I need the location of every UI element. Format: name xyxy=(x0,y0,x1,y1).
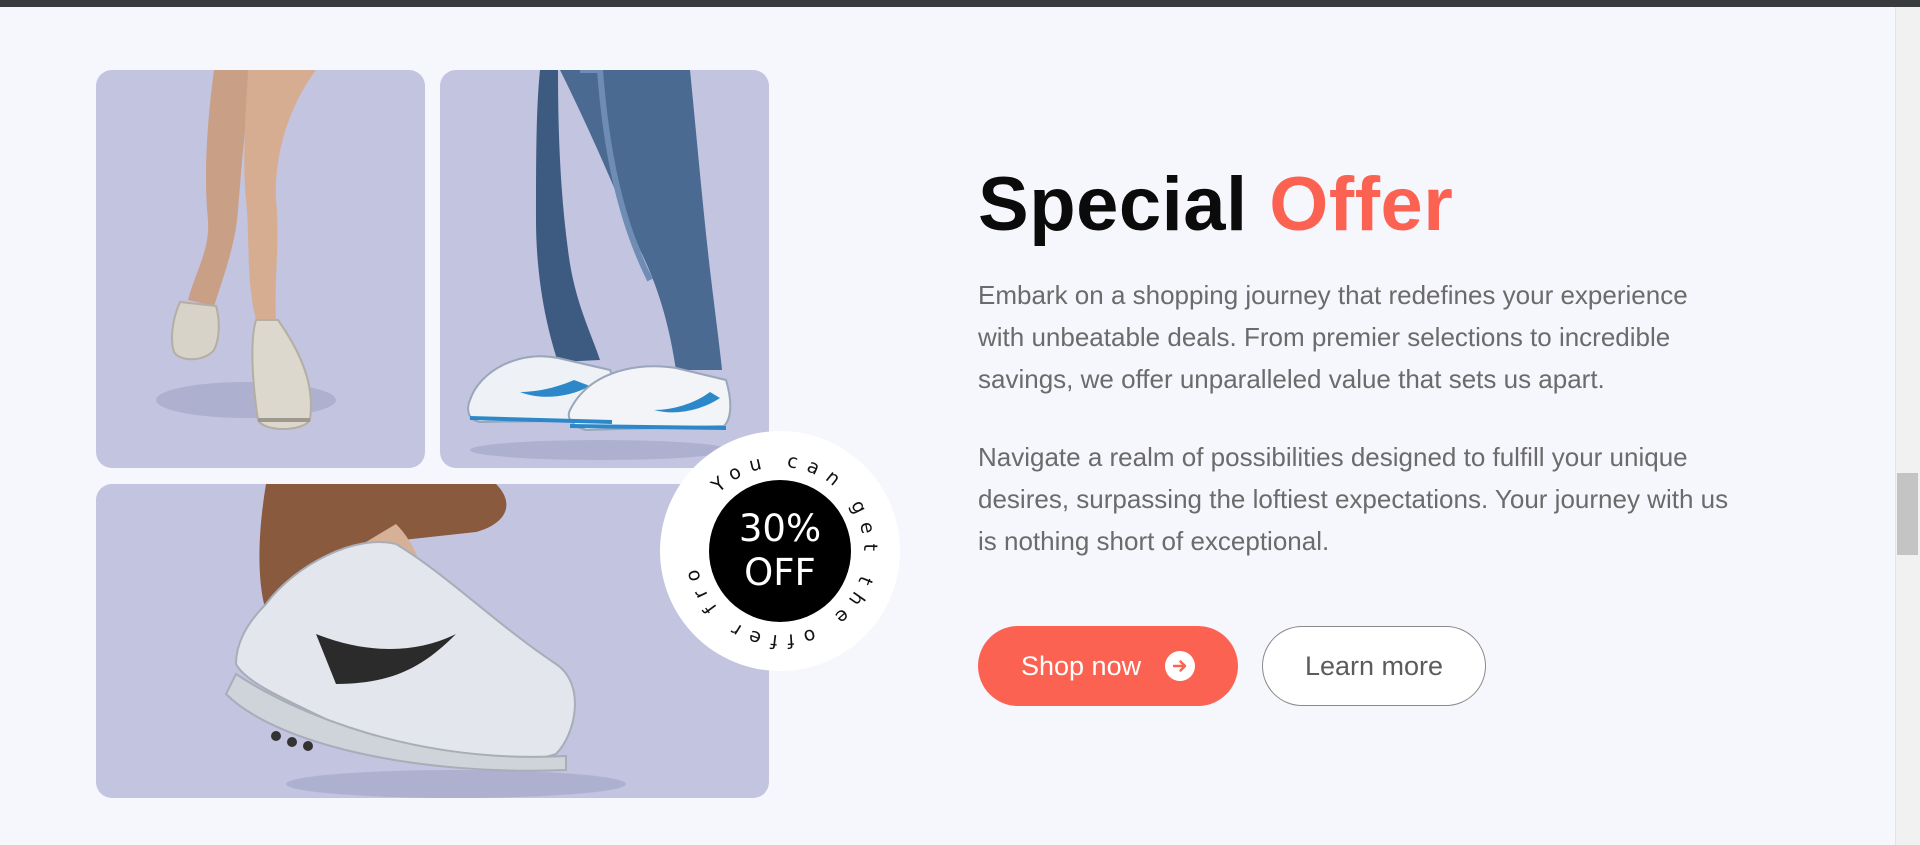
browser-top-bar xyxy=(0,0,1920,7)
scrollbar-thumb[interactable] xyxy=(1897,473,1918,555)
badge-off: OFF xyxy=(744,551,816,594)
offer-paragraph-2: Navigate a realm of possibilities design… xyxy=(978,442,1729,556)
jeans-sneakers-illustration xyxy=(467,70,732,460)
heading-main: Special xyxy=(978,162,1248,247)
page-scrollbar[interactable] xyxy=(1895,7,1920,845)
arrow-right-circle-icon xyxy=(1165,651,1195,681)
heading-accent: Offer xyxy=(1269,162,1454,247)
crossed-legs-sneakers-image xyxy=(96,70,425,468)
discount-badge: You can get the offer from Nike 30% OFF xyxy=(660,431,900,671)
badge-center: 30% OFF xyxy=(709,480,851,622)
jeans-blue-sneakers-image xyxy=(440,70,769,468)
offer-heading: Special Offer xyxy=(978,160,1758,250)
learn-more-label: Learn more xyxy=(1304,650,1444,681)
shop-now-label: Shop now xyxy=(1021,650,1142,681)
badge-percent: 30% xyxy=(738,507,822,550)
crossed-legs-illustration xyxy=(156,70,336,430)
offer-content: Special Offer Embark on a shopping journ… xyxy=(978,160,1758,562)
shop-now-button[interactable]: Shop now xyxy=(978,626,1238,706)
offer-paragraph-1: Embark on a shopping journey that redefi… xyxy=(978,280,1688,394)
learn-more-button[interactable]: Learn more xyxy=(1262,626,1486,706)
